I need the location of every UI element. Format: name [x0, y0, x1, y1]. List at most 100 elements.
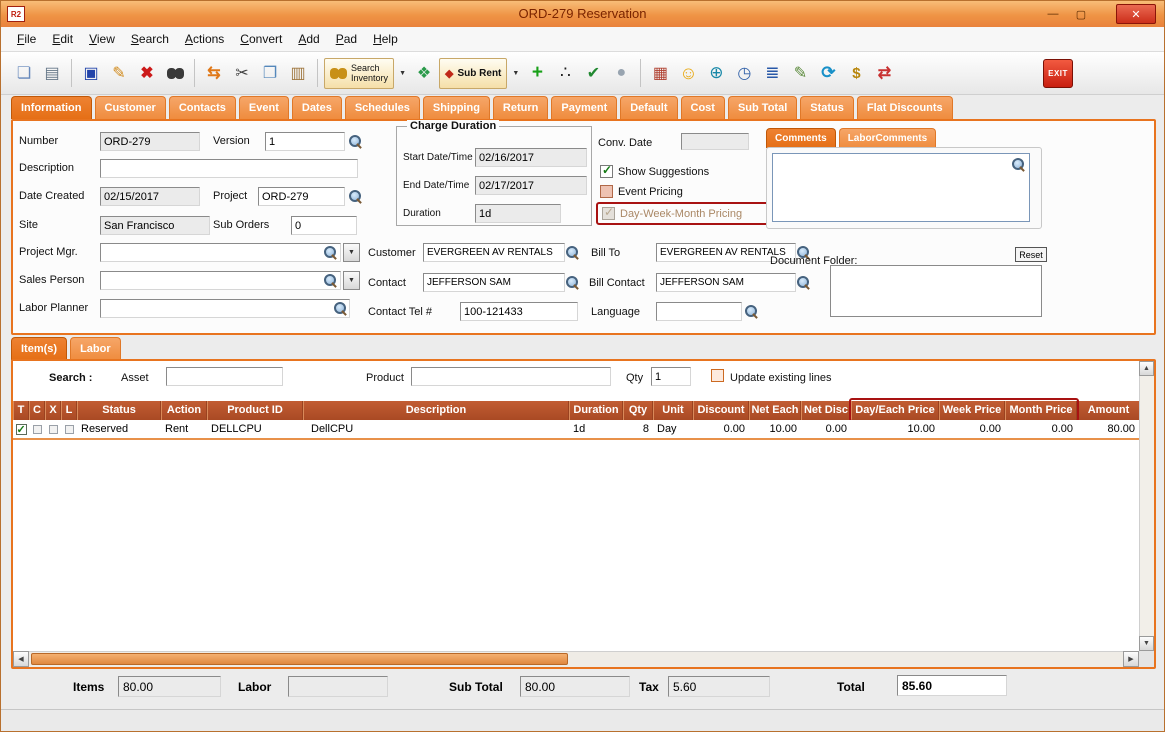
tab-information[interactable]: Information [11, 96, 92, 119]
tab-payment[interactable]: Payment [551, 96, 617, 119]
duration-input[interactable] [475, 204, 561, 223]
col-product-id[interactable]: Product ID [207, 401, 303, 420]
comments-search-icon[interactable] [1011, 157, 1025, 171]
close-button[interactable]: ✕ [1116, 4, 1156, 24]
sub-total-input[interactable] [520, 676, 630, 697]
sub-orders-input[interactable] [291, 216, 357, 235]
items-total-input[interactable] [118, 676, 221, 697]
menu-convert[interactable]: Convert [232, 29, 290, 49]
group-items-icon[interactable]: ∴ [552, 60, 578, 86]
row-x-checkbox[interactable] [49, 425, 58, 434]
tab-sub-total[interactable]: Sub Total [728, 96, 797, 119]
show-suggestions-checkbox[interactable] [600, 165, 613, 178]
project-input[interactable] [258, 187, 345, 206]
contact-search-icon[interactable] [565, 275, 579, 289]
menu-search[interactable]: Search [123, 29, 177, 49]
tab-cost[interactable]: Cost [681, 96, 725, 119]
scroll-left-button[interactable]: ◀ [13, 651, 29, 667]
col-c[interactable]: C [29, 401, 45, 420]
table-row[interactable]: Reserved Rent DELLCPU DellCPU 1d 8 Day 0… [13, 420, 1139, 440]
version-search-icon[interactable] [348, 134, 362, 148]
convert-order-icon[interactable]: ⇆ [201, 60, 227, 86]
tab-schedules[interactable]: Schedules [345, 96, 420, 119]
col-week-price[interactable]: Week Price [939, 401, 1005, 420]
row-x-cell[interactable] [45, 420, 61, 439]
update-existing-lines-checkbox[interactable] [711, 369, 724, 382]
smiley-icon[interactable]: ☺ [675, 60, 701, 86]
tab-items[interactable]: Item(s) [11, 337, 67, 360]
tab-default[interactable]: Default [620, 96, 677, 119]
product-search-input[interactable] [411, 367, 611, 386]
sub-rent-dropdown[interactable]: ▼ [509, 60, 522, 86]
building-icon[interactable]: ▦ [647, 60, 673, 86]
row-select-cell[interactable] [13, 420, 29, 439]
globe-icon[interactable]: ⊕ [703, 60, 729, 86]
project-search-icon[interactable] [348, 189, 362, 203]
edit-icon[interactable]: ✎ [106, 60, 132, 86]
horizontal-scrollbar-thumb[interactable] [31, 653, 568, 665]
new-document-icon[interactable]: ❏ [11, 60, 37, 86]
sales-person-input[interactable] [100, 271, 341, 290]
description-input[interactable] [100, 159, 358, 178]
col-t[interactable]: T [13, 401, 29, 420]
qty-input[interactable] [651, 367, 691, 386]
save-icon[interactable]: ▣ [78, 60, 104, 86]
comments-textarea[interactable] [772, 153, 1030, 222]
version-input[interactable] [265, 132, 345, 151]
tab-shipping[interactable]: Shipping [423, 96, 490, 119]
labor-total-input[interactable] [288, 676, 388, 697]
tab-flat-discounts[interactable]: Flat Discounts [857, 96, 953, 119]
site-input[interactable] [100, 216, 210, 235]
sales-person-search-icon[interactable] [323, 273, 337, 287]
conv-date-input[interactable] [681, 133, 749, 150]
project-mgr-dropdown[interactable]: ▼ [343, 243, 360, 262]
start-date-input[interactable] [475, 148, 587, 167]
col-day-each-price[interactable]: Day/Each Price [851, 401, 939, 420]
add-line-icon[interactable]: + [524, 60, 550, 86]
bill-contact-input[interactable] [656, 273, 796, 292]
money-icon[interactable]: $ [843, 60, 869, 86]
reset-button[interactable]: Reset [1015, 247, 1047, 262]
delete-icon[interactable]: ✖ [134, 60, 160, 86]
customer-search-icon[interactable] [565, 245, 579, 259]
col-action[interactable]: Action [161, 401, 207, 420]
search-inventory-dropdown[interactable]: ▼ [396, 60, 409, 86]
exit-button[interactable]: EXIT [1043, 59, 1073, 88]
tax-input[interactable] [668, 676, 770, 697]
menu-view[interactable]: View [81, 29, 123, 49]
col-month-price[interactable]: Month Price [1005, 401, 1077, 420]
language-search-icon[interactable] [744, 304, 758, 318]
sales-person-dropdown[interactable]: ▼ [343, 271, 360, 290]
col-unit[interactable]: Unit [653, 401, 693, 420]
menu-help[interactable]: Help [365, 29, 406, 49]
day-week-month-pricing-checkbox[interactable] [602, 207, 615, 220]
labor-planner-input[interactable] [100, 299, 350, 318]
tab-return[interactable]: Return [493, 96, 548, 119]
project-mgr-search-icon[interactable] [323, 245, 337, 259]
print-icon[interactable]: ▤ [39, 60, 65, 86]
row-select-checkbox[interactable] [16, 424, 27, 435]
sync-icon[interactable]: ⟳ [815, 60, 841, 86]
notes-icon[interactable]: ✎ [787, 60, 813, 86]
tab-dates[interactable]: Dates [292, 96, 342, 119]
tab-labor[interactable]: Labor [70, 337, 121, 360]
col-net-disc[interactable]: Net Disc [801, 401, 851, 420]
menu-file[interactable]: File [9, 29, 44, 49]
col-qty[interactable]: Qty [623, 401, 653, 420]
col-duration[interactable]: Duration [569, 401, 623, 420]
tab-labor-comments[interactable]: LaborComments [839, 128, 936, 148]
col-net-each[interactable]: Net Each [749, 401, 801, 420]
row-l-cell[interactable] [61, 420, 77, 439]
col-discount[interactable]: Discount [693, 401, 749, 420]
cut-icon[interactable]: ✂ [229, 60, 255, 86]
date-created-input[interactable] [100, 187, 200, 206]
approve-icon[interactable]: ✔ [580, 60, 606, 86]
col-amount[interactable]: Amount [1077, 401, 1139, 420]
tab-customer[interactable]: Customer [95, 96, 166, 119]
customer-input[interactable] [423, 243, 565, 262]
tab-contacts[interactable]: Contacts [169, 96, 236, 119]
sub-rent-button[interactable]: ◆ Sub Rent [439, 58, 507, 89]
vertical-scrollbar[interactable] [1139, 361, 1154, 651]
row-l-checkbox[interactable] [65, 425, 74, 434]
col-status[interactable]: Status [77, 401, 161, 420]
